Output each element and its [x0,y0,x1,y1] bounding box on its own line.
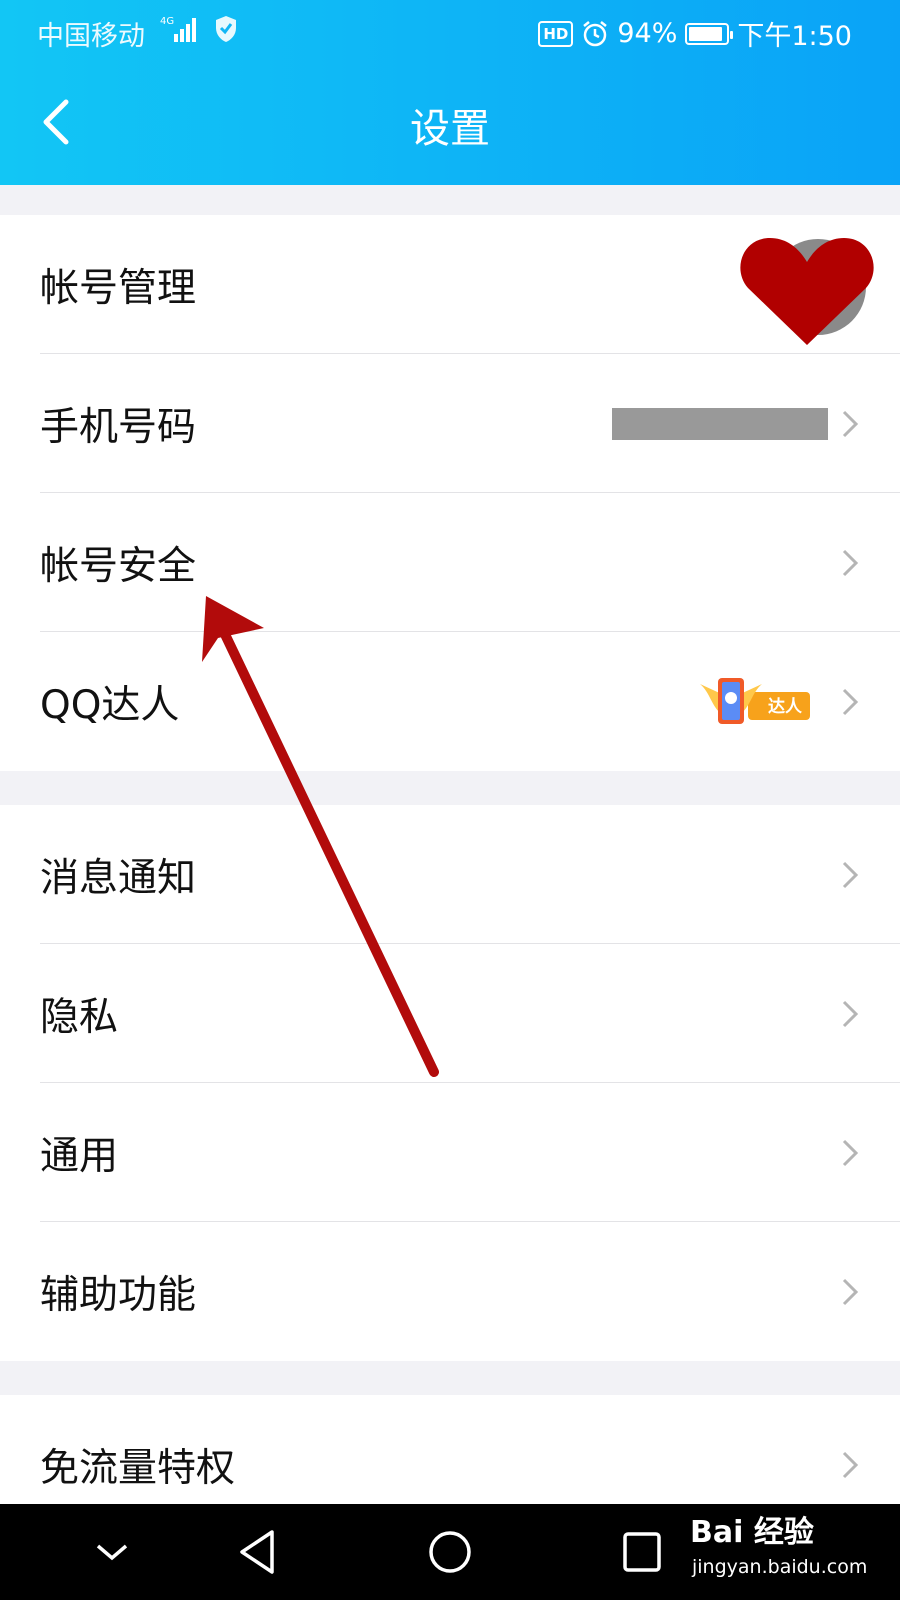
settings-item-label: 隐私 [40,994,119,1040]
settings-item-label: 手机号码 [40,404,197,450]
chevron-right-icon [842,410,859,437]
settings-item-label: 通用 [40,1133,119,1179]
hd-icon: HD [538,20,574,47]
avatar[interactable] [740,232,874,352]
shield-icon [216,16,236,42]
system-nav-bar: Bai 经验 jingyan.baidu.com [0,1504,900,1600]
settings-group-extras: 免流量特权 [0,1395,900,1504]
chevron-right-icon [842,688,859,715]
settings-item-notifications[interactable]: 消息通知 [0,805,900,944]
settings-item-qq-expert[interactable]: QQ达人 达人 [0,632,900,771]
settings-item-label: 辅助功能 [40,1272,197,1318]
settings-group-general: 消息通知 隐私 通用 辅助功能 [0,805,900,1361]
network-type: 4G [160,16,174,27]
clock: 下午1:50 [737,21,852,52]
back-nav-icon[interactable] [236,1528,280,1576]
home-nav-icon[interactable] [428,1528,472,1576]
settings-item-label: 免流量特权 [40,1446,236,1491]
page-title: 设置 [410,106,490,152]
settings-item-free-data[interactable]: 免流量特权 [0,1395,900,1504]
alarm-icon [583,20,608,46]
status-right: HD 94% 下午1:50 [538,14,852,53]
chevron-right-icon [842,549,859,576]
qq-expert-badge-icon: 达人 [700,677,810,724]
carrier-name: 中国移动 [37,21,145,52]
settings-item-label: 帐号安全 [40,543,197,589]
chevron-right-icon [842,1000,859,1027]
settings-item-label: 帐号管理 [40,265,197,311]
status-bar: 中国移动 4G HD 94% 下午1:50 [0,0,900,62]
settings-item-accessibility[interactable]: 辅助功能 [0,1222,900,1361]
phone-number-redacted [612,407,828,440]
settings-item-privacy[interactable]: 隐私 [0,944,900,1083]
battery-icon [685,22,734,45]
watermark-brand: Bai 经验 [690,1515,814,1550]
chevron-right-icon [842,1278,859,1305]
settings-item-general[interactable]: 通用 [0,1083,900,1222]
battery-percent: 94% [617,18,678,49]
recents-nav-icon[interactable] [620,1528,664,1576]
settings-item-account-security[interactable]: 帐号安全 [0,493,900,632]
settings-item-label: 消息通知 [40,855,197,901]
settings-item-account-management[interactable]: 帐号管理 [0,215,900,354]
app-header: 中国移动 4G HD 94% 下午1:50 设置 [0,0,900,185]
chevron-right-icon [842,861,859,888]
settings-item-label: QQ达人 [40,682,180,728]
signal-icon: 4G [160,16,196,42]
chevron-right-icon [842,1451,859,1479]
qq-expert-badge-text: 达人 [768,696,803,717]
chevron-right-icon [842,1139,859,1166]
settings-item-phone-number[interactable]: 手机号码 [0,354,900,493]
hide-keyboard-icon[interactable] [94,1528,130,1576]
settings-group-account: 帐号管理 手机号码 帐号安全 QQ达人 达人 [0,215,900,771]
watermark-url: jingyan.baidu.com [692,1556,868,1578]
